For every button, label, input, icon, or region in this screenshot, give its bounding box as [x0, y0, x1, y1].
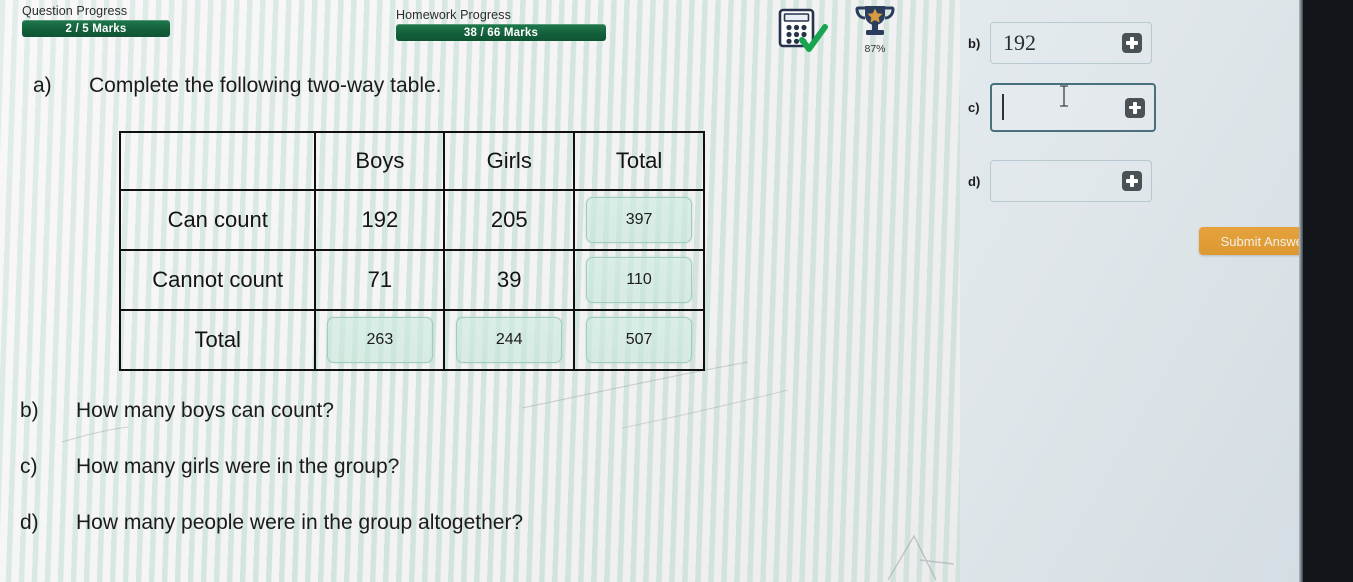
question-progress-label: Question Progress [22, 4, 128, 18]
answer-field-d[interactable] [990, 160, 1152, 202]
homework-progress-value: 38 / 66 Marks [463, 26, 539, 39]
cell-total-girls: 244 [443, 309, 576, 371]
plus-square-icon[interactable] [1122, 171, 1142, 191]
answer-row-b: b) 192 [968, 22, 1152, 64]
table-row: Cannot count 71 39 110 [118, 249, 705, 311]
part-d-text: How many people were in the group altoge… [76, 511, 524, 534]
part-c-text: How many girls were in the group? [76, 455, 400, 478]
cell-can-count-total: 397 [573, 189, 705, 251]
question-part-c: c) How many girls were in the group? [20, 455, 399, 479]
submit-answer-label: Submit Answer [1220, 233, 1308, 249]
row-label-can-count: Can count [118, 189, 317, 251]
mouse-cursor-ibeam [1060, 85, 1068, 107]
question-part-a: a) Complete the following two-way table. [33, 74, 442, 98]
answer-row-d: d) [968, 160, 1152, 202]
trophy-icon [855, 6, 895, 35]
cell-can-count-boys: 192 [314, 189, 446, 251]
cell-cannot-count-total: 110 [573, 249, 705, 311]
part-a-text: Complete the following two-way table. [89, 74, 442, 97]
part-b-letter: b) [20, 399, 39, 422]
cell-total-boys: 263 [314, 309, 446, 371]
table-header-total: Total [573, 131, 705, 191]
answer-field-c[interactable] [990, 83, 1156, 132]
app-screen: Question Progress 2 / 5 Marks Homework P… [0, 0, 1353, 582]
row-label-total: Total [118, 309, 317, 371]
question-part-b: b) How many boys can count? [20, 399, 334, 423]
answer-input-can-count-total[interactable]: 397 [586, 197, 693, 243]
table-header-boys: Boys [314, 131, 446, 191]
answer-input-cannot-count-total[interactable]: 110 [586, 257, 693, 303]
part-a-letter: a) [33, 74, 52, 97]
answer-input-total-total[interactable]: 507 [586, 317, 693, 363]
answer-label-b: b) [968, 35, 981, 51]
table-row: Total 263 244 507 [118, 309, 705, 371]
table-header-girls: Girls [443, 131, 576, 191]
part-b-text: How many boys can count? [76, 399, 334, 422]
screen-dark-band [1303, 0, 1353, 582]
part-c-letter: c) [20, 455, 38, 478]
table-header-row: Boys Girls Total [118, 131, 705, 191]
row-label-cannot-count: Cannot count [118, 249, 317, 311]
cell-cannot-count-girls: 39 [443, 249, 576, 311]
calculator-icon [778, 8, 828, 52]
answer-input-total-girls[interactable]: 244 [456, 317, 563, 363]
two-way-table: Boys Girls Total Can count 192 205 397 C… [118, 131, 705, 371]
question-progress-bar: 2 / 5 Marks [22, 20, 170, 37]
question-progress: Question Progress 2 / 5 Marks [22, 4, 170, 37]
plus-square-icon[interactable] [1122, 33, 1142, 53]
plus-square-icon[interactable] [1125, 97, 1145, 118]
homework-progress: Homework Progress 38 / 66 Marks [396, 8, 606, 41]
answer-label-c: c) [968, 100, 980, 115]
answer-label-d: d) [968, 173, 981, 189]
question-progress-value: 2 / 5 Marks [65, 22, 127, 35]
answer-input-total-boys[interactable]: 263 [326, 317, 433, 363]
homework-progress-label: Homework Progress [396, 8, 511, 22]
cell-cannot-count-boys: 71 [314, 249, 446, 311]
question-part-d: d) How many people were in the group alto… [20, 511, 523, 535]
trophy-percent: 87% [864, 43, 886, 55]
part-d-letter: d) [20, 511, 39, 534]
answer-value-b: 192 [1003, 30, 1036, 55]
text-caret [1002, 94, 1004, 120]
trophy-badge: 87% [850, 4, 900, 56]
table-header-corner [118, 131, 317, 191]
homework-progress-bar: 38 / 66 Marks [396, 24, 606, 41]
cell-total-total: 507 [573, 309, 705, 371]
table-row: Can count 192 205 397 [118, 189, 705, 251]
answer-field-b[interactable]: 192 [990, 22, 1152, 64]
cell-can-count-girls: 205 [443, 189, 576, 251]
